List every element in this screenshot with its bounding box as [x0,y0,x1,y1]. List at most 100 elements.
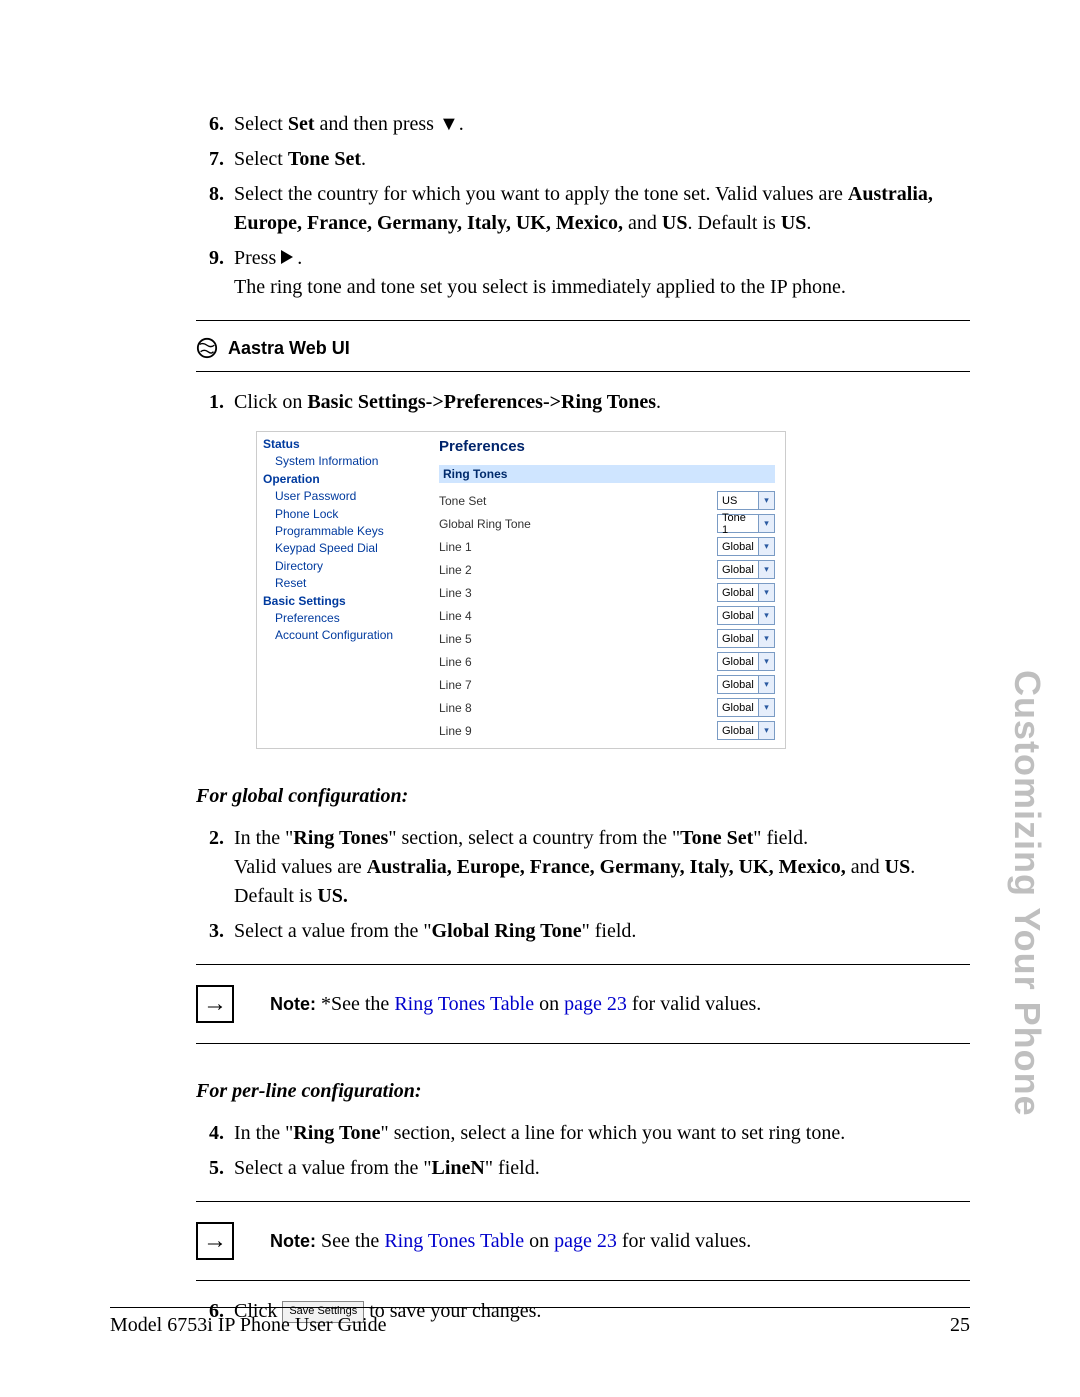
ui-select-value: Global [718,541,758,553]
sidebar-item[interactable]: Programmable Keys [275,523,423,540]
step-body: Click on Basic Settings->Preferences->Ri… [234,388,970,417]
note-block: → Note: See the Ring Tones Table on page… [196,1212,970,1270]
step-body: Select the country for which you want to… [234,180,970,238]
ui-select-value: Global [718,633,758,645]
divider [196,371,970,372]
step-number: 5. [196,1154,224,1183]
chevron-down-icon[interactable]: ▾ [758,607,774,624]
page-footer: Model 6753i IP Phone User Guide 25 [110,1307,970,1337]
ui-setting-row: Line 8Global▾ [439,696,775,719]
chevron-down-icon[interactable]: ▾ [758,492,774,509]
ui-setting-row: Line 3Global▾ [439,581,775,604]
ui-setting-label: Global Ring Tone [439,517,531,531]
chevron-down-icon[interactable]: ▾ [758,699,774,716]
ui-setting-row: Global Ring Tone Tone 1▾ [439,512,775,535]
sidebar-item[interactable]: Reset [275,575,423,592]
step-number: 3. [196,917,224,946]
ui-main-panel: Preferences Ring Tones Tone SetUS▾Global… [429,432,785,748]
link-ringtones-table[interactable]: Ring Tones Table [384,1230,524,1252]
chevron-down-icon[interactable]: ▾ [758,722,774,739]
ui-setting-label: Line 5 [439,632,472,646]
page-number: 25 [950,1314,970,1337]
step-body: In the "Ring Tones" section, select a co… [234,824,970,911]
ui-select[interactable]: Global▾ [717,629,775,648]
step-number: 9. [196,244,224,273]
step-body: Select Set and then press ▼. [234,110,970,139]
subhead-global: For global configuration: [196,785,970,808]
ui-setting-label: Tone Set [439,494,486,508]
sidebar-cat-status[interactable]: Status [263,436,423,453]
step-number: 2. [196,824,224,853]
sidebar-cat-basic[interactable]: Basic Settings [263,593,423,610]
ui-select[interactable]: Global▾ [717,675,775,694]
link-ringtones-table[interactable]: Ring Tones Table [394,993,534,1015]
ui-setting-row: Line 5 Global▾ [439,627,775,650]
ui-select[interactable]: Global▾ [717,721,775,740]
ui-select-value: US [718,495,758,507]
chevron-down-icon[interactable]: ▾ [758,653,774,670]
chevron-down-icon[interactable]: ▾ [758,538,774,555]
ui-select-value: Global [718,610,758,622]
ui-select[interactable]: Global▾ [717,583,775,602]
ui-select[interactable]: Global▾ [717,652,775,671]
ui-select-value: Global [718,702,758,714]
ui-select-value: Global [718,679,758,691]
step-body: Select a value from the "LineN" field. [234,1154,970,1183]
sidebar-item[interactable]: Preferences [275,610,423,627]
sidebar-item[interactable]: Directory [275,558,423,575]
ui-select[interactable]: Global▾ [717,537,775,556]
ui-select[interactable]: Global▾ [717,560,775,579]
ui-sidebar: Status System Information Operation User… [257,432,429,748]
side-tab: Customizing Your Phone [1006,670,1048,1117]
play-icon [281,247,297,269]
chevron-down-icon[interactable]: ▾ [758,584,774,601]
ui-setting-label: Line 6 [439,655,472,669]
step-number: 6. [196,110,224,139]
divider [196,1280,970,1281]
ui-select-value: Global [718,656,758,668]
ui-setting-row: Line 9 Global▾ [439,719,775,742]
ui-setting-row: Line 2 Global▾ [439,558,775,581]
step-number: 1. [196,388,224,417]
step-number: 8. [196,180,224,209]
sidebar-item[interactable]: User Password [275,488,423,505]
link-page-23[interactable]: page 23 [564,993,627,1015]
chevron-down-icon[interactable]: ▾ [758,630,774,647]
link-page-23[interactable]: page 23 [554,1230,617,1252]
sidebar-item[interactable]: Phone Lock [275,506,423,523]
ui-select-value: Tone 1 [718,512,758,536]
step-body: Press . The ring tone and tone set you s… [234,244,970,302]
ui-select[interactable]: Tone 1▾ [717,514,775,533]
ui-setting-label: Line 1 [439,540,472,554]
ui-select[interactable]: Global▾ [717,606,775,625]
ui-section-band: Ring Tones [439,465,775,483]
chevron-down-icon[interactable]: ▾ [758,515,774,532]
sidebar-item[interactable]: System Information [275,453,423,470]
divider [196,964,970,965]
step-body: Select Tone Set. [234,145,970,174]
step-number: 7. [196,145,224,174]
ui-setting-row: Line 4Global▾ [439,604,775,627]
globe-icon [196,337,218,359]
web-ui-heading: Aastra Web UI [196,331,970,365]
ui-setting-row: Line 6 Global▾ [439,650,775,673]
step-body: Select a value from the "Global Ring Ton… [234,917,970,946]
ui-setting-row: Tone Set US▾ [439,489,775,512]
ui-select-value: Global [718,564,758,576]
steps-top: 6. Select Set and then press ▼. 7. Selec… [196,110,970,302]
chevron-down-icon[interactable]: ▾ [758,561,774,578]
ui-select[interactable]: US▾ [717,491,775,510]
ui-select[interactable]: Global▾ [717,698,775,717]
ui-setting-label: Line 9 [439,724,472,738]
down-arrow-icon: ▼ [439,113,459,135]
note-arrow-icon: → [196,1222,234,1260]
sidebar-cat-operation[interactable]: Operation [263,471,423,488]
step-number: 4. [196,1119,224,1148]
chevron-down-icon[interactable]: ▾ [758,676,774,693]
ui-setting-label: Line 2 [439,563,472,577]
sidebar-item[interactable]: Account Configuration [275,627,423,644]
note-arrow-icon: → [196,985,234,1023]
web-ui-screenshot: Status System Information Operation User… [256,431,786,749]
divider [196,320,970,321]
sidebar-item[interactable]: Keypad Speed Dial [275,540,423,557]
